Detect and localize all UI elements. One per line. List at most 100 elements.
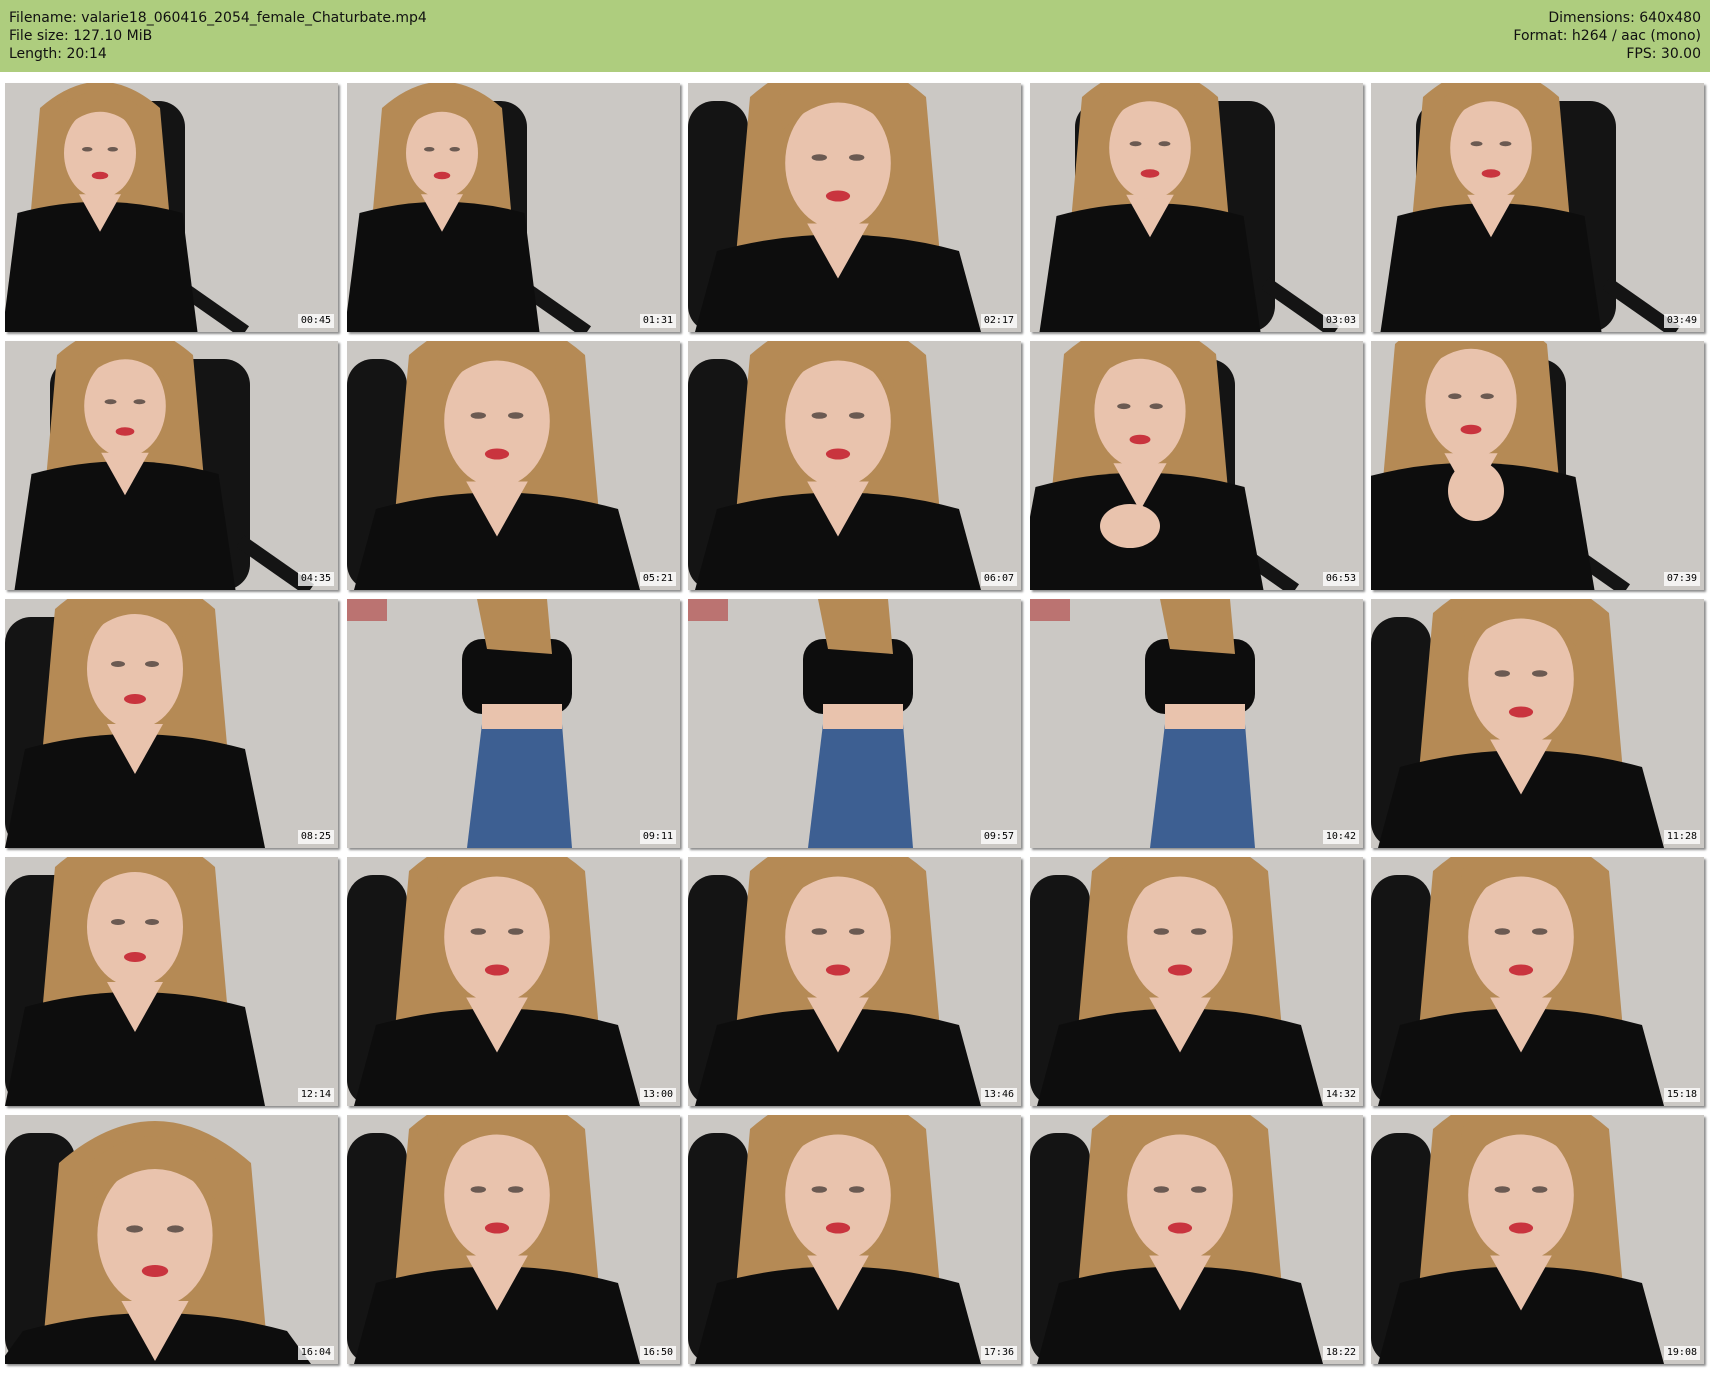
dimensions-label: Dimensions: 640x480 bbox=[1548, 10, 1701, 26]
video-thumbnail[interactable]: 00:45 bbox=[5, 83, 338, 332]
video-thumbnail[interactable]: 16:50 bbox=[347, 1115, 680, 1364]
video-thumbnail[interactable]: 15:18 bbox=[1371, 857, 1704, 1106]
thumbnail-timestamp: 08:25 bbox=[297, 830, 334, 844]
video-frame-image bbox=[1371, 1115, 1704, 1364]
filesize-label: File size: 127.10 MiB bbox=[9, 28, 153, 44]
thumbnail-timestamp: 19:08 bbox=[1663, 1346, 1700, 1360]
video-thumbnail[interactable]: 07:39 bbox=[1371, 341, 1704, 590]
video-thumbnail[interactable]: 06:07 bbox=[688, 341, 1021, 590]
video-frame-image bbox=[1371, 857, 1704, 1106]
video-frame-image bbox=[5, 599, 338, 848]
video-thumbnail[interactable]: 02:17 bbox=[688, 83, 1021, 332]
watermark bbox=[982, 1118, 1016, 1123]
watermark bbox=[982, 86, 1016, 91]
file-info-right: Dimensions: 640x480 Format: h264 / aac (… bbox=[1513, 9, 1701, 63]
watermark bbox=[1324, 1118, 1358, 1123]
thumbnail-timestamp: 18:22 bbox=[1322, 1346, 1359, 1360]
watermark bbox=[641, 1118, 675, 1123]
video-frame-image bbox=[5, 857, 338, 1106]
format-label: Format: h264 / aac (mono) bbox=[1513, 28, 1701, 44]
watermark bbox=[1665, 860, 1699, 865]
thumbnail-timestamp: 16:50 bbox=[639, 1346, 676, 1360]
video-thumbnail[interactable]: 16:04 bbox=[5, 1115, 338, 1364]
thumbnail-timestamp: 15:18 bbox=[1663, 1088, 1700, 1102]
video-frame-image bbox=[1030, 83, 1363, 332]
video-thumbnail[interactable]: 09:11 bbox=[347, 599, 680, 848]
thumbnail-timestamp: 02:17 bbox=[980, 314, 1017, 328]
video-frame-image bbox=[5, 83, 338, 332]
video-frame-image bbox=[1030, 1115, 1363, 1364]
thumbnail-timestamp: 01:31 bbox=[639, 314, 676, 328]
video-frame-image bbox=[347, 83, 680, 332]
thumbnail-timestamp: 03:03 bbox=[1322, 314, 1359, 328]
video-thumbnail[interactable]: 01:31 bbox=[347, 83, 680, 332]
video-thumbnail[interactable]: 13:00 bbox=[347, 857, 680, 1106]
video-thumbnail[interactable]: 05:21 bbox=[347, 341, 680, 590]
thumbnail-timestamp: 17:36 bbox=[980, 1346, 1017, 1360]
video-thumbnail[interactable]: 11:28 bbox=[1371, 599, 1704, 848]
video-frame-image bbox=[688, 1115, 1021, 1364]
video-frame-image bbox=[1371, 341, 1704, 590]
watermark bbox=[1665, 602, 1699, 607]
video-frame-image bbox=[688, 341, 1021, 590]
video-thumbnail[interactable]: 14:32 bbox=[1030, 857, 1363, 1106]
video-frame-image bbox=[347, 1115, 680, 1364]
watermark bbox=[641, 344, 675, 349]
video-thumbnail[interactable]: 03:03 bbox=[1030, 83, 1363, 332]
video-thumbnail[interactable]: 17:36 bbox=[688, 1115, 1021, 1364]
video-thumbnail[interactable]: 09:57 bbox=[688, 599, 1021, 848]
video-thumbnail[interactable]: 10:42 bbox=[1030, 599, 1363, 848]
video-frame-image bbox=[688, 83, 1021, 332]
video-frame-image bbox=[347, 857, 680, 1106]
video-frame-image bbox=[347, 599, 680, 848]
video-frame-image bbox=[1030, 341, 1363, 590]
thumbnail-timestamp: 09:57 bbox=[980, 830, 1017, 844]
video-thumbnail[interactable]: 08:25 bbox=[5, 599, 338, 848]
video-frame-image bbox=[1371, 599, 1704, 848]
watermark bbox=[299, 344, 333, 349]
watermark bbox=[1324, 602, 1358, 607]
watermark bbox=[299, 1118, 333, 1123]
video-frame-image bbox=[1030, 599, 1363, 848]
fps-label: FPS: 30.00 bbox=[1626, 46, 1701, 62]
file-info-left: Filename: valarie18_060416_2054_female_C… bbox=[9, 9, 427, 63]
watermark bbox=[982, 602, 1016, 607]
thumbnail-timestamp: 13:46 bbox=[980, 1088, 1017, 1102]
video-thumbnail[interactable]: 18:22 bbox=[1030, 1115, 1363, 1364]
thumbnail-grid: 00:45 01:31 02:17 03:03 03:49 04:35 05:21 06:07… bbox=[5, 83, 1705, 1368]
watermark bbox=[641, 860, 675, 865]
watermark bbox=[299, 602, 333, 607]
thumbnail-timestamp: 16:04 bbox=[297, 1346, 334, 1360]
video-thumbnail[interactable]: 03:49 bbox=[1371, 83, 1704, 332]
video-frame-image bbox=[1030, 857, 1363, 1106]
video-frame-image bbox=[5, 1115, 338, 1364]
video-thumbnail[interactable]: 06:53 bbox=[1030, 341, 1363, 590]
watermark bbox=[641, 86, 675, 91]
video-frame-image bbox=[1371, 83, 1704, 332]
video-thumbnail[interactable]: 19:08 bbox=[1371, 1115, 1704, 1364]
video-frame-image bbox=[5, 341, 338, 590]
thumbnail-timestamp: 06:07 bbox=[980, 572, 1017, 586]
thumbnail-timestamp: 05:21 bbox=[639, 572, 676, 586]
video-frame-image bbox=[347, 341, 680, 590]
thumbnail-timestamp: 09:11 bbox=[639, 830, 676, 844]
thumbnail-timestamp: 14:32 bbox=[1322, 1088, 1359, 1102]
video-thumbnail[interactable]: 13:46 bbox=[688, 857, 1021, 1106]
thumbnail-timestamp: 04:35 bbox=[297, 572, 334, 586]
watermark bbox=[1324, 86, 1358, 91]
video-thumbnail[interactable]: 04:35 bbox=[5, 341, 338, 590]
watermark bbox=[1324, 344, 1358, 349]
watermark bbox=[1665, 344, 1699, 349]
video-frame-image bbox=[688, 857, 1021, 1106]
watermark bbox=[982, 344, 1016, 349]
video-frame-image bbox=[688, 599, 1021, 848]
length-label: Length: 20:14 bbox=[9, 46, 107, 62]
watermark bbox=[299, 86, 333, 91]
watermark bbox=[982, 860, 1016, 865]
watermark bbox=[1665, 86, 1699, 91]
filename-label: Filename: valarie18_060416_2054_female_C… bbox=[9, 10, 427, 26]
thumbnail-timestamp: 03:49 bbox=[1663, 314, 1700, 328]
video-thumbnail[interactable]: 12:14 bbox=[5, 857, 338, 1106]
thumbnail-timestamp: 11:28 bbox=[1663, 830, 1700, 844]
thumbnail-timestamp: 07:39 bbox=[1663, 572, 1700, 586]
